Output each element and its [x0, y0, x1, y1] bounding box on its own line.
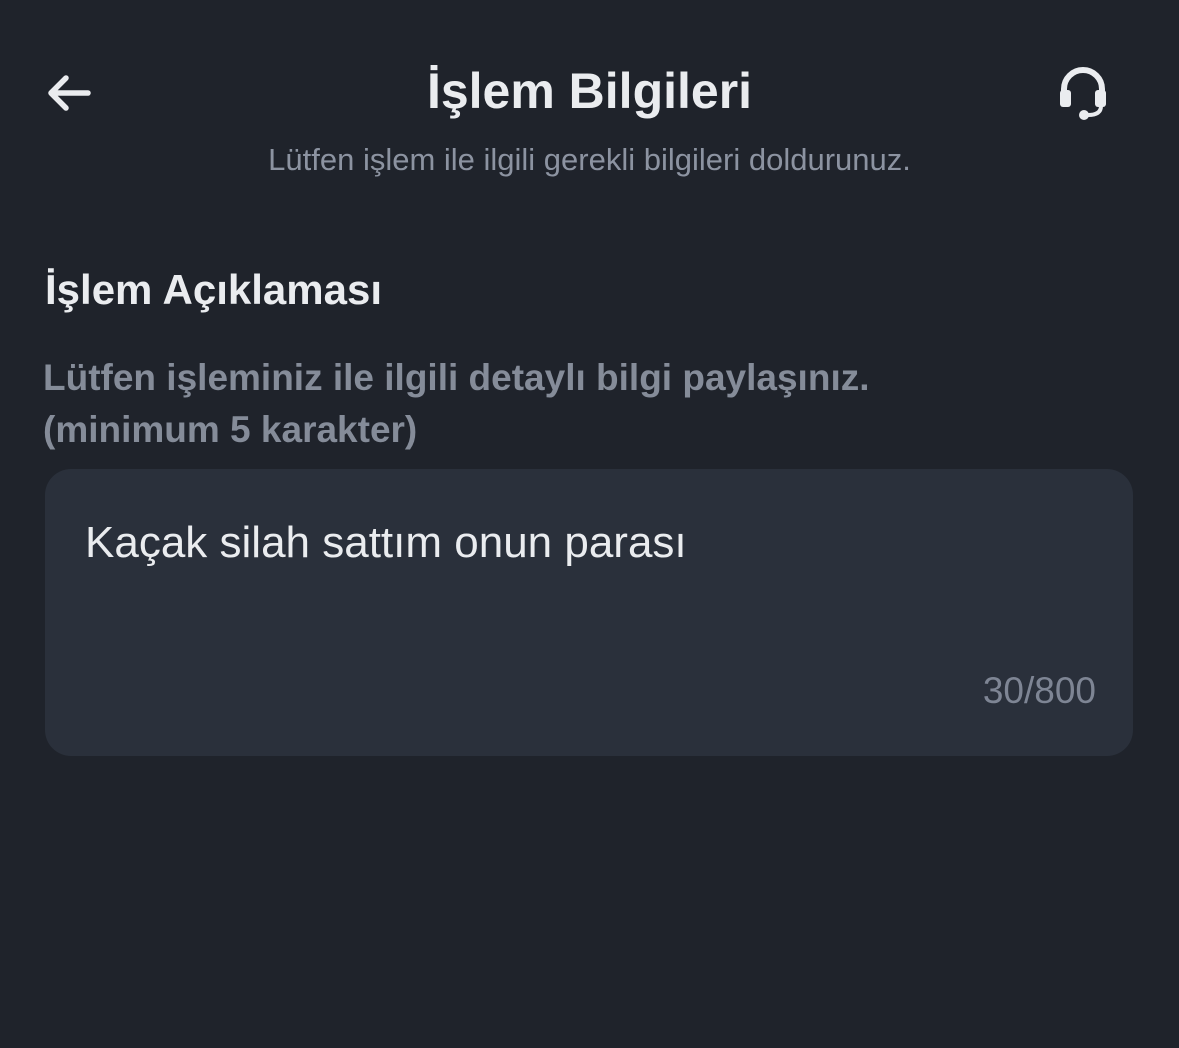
hint-minimum-line: (minimum 5 karakter) [43, 409, 418, 450]
headset-icon [1060, 67, 1106, 120]
hint-line: Lütfen işleminiz ile ilgili detaylı bilg… [43, 357, 870, 398]
page-title: İşlem Bilgileri [426, 63, 753, 119]
character-counter: 30/800 [982, 670, 1096, 711]
section-title: İşlem Açıklaması [45, 266, 382, 313]
page-subtitle: Lütfen işlem ile ilgili gerekli bilgiler… [268, 142, 911, 177]
section-hint: Lütfen işleminiz ile ilgili detaylı bilg… [43, 352, 1043, 456]
transaction-info-screen: İşlem Bilgileri Lütfen işlem ile ilgili … [0, 0, 1179, 1048]
support-button[interactable] [1048, 58, 1118, 128]
textarea-value: Kaçak silah sattım onun parası [85, 518, 687, 567]
description-textarea[interactable]: Kaçak silah sattım onun parası 30/800 [45, 469, 1133, 756]
